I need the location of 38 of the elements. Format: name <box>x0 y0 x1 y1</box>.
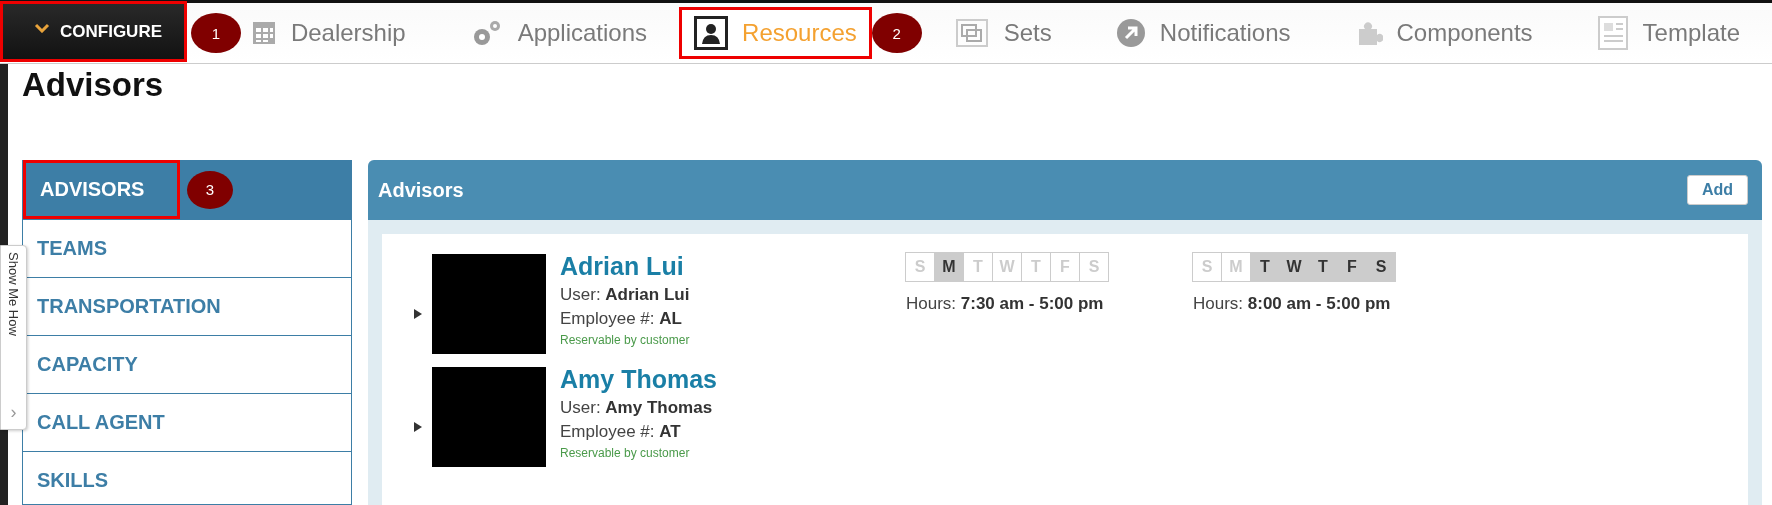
person-icon <box>694 16 729 50</box>
configure-button[interactable]: CONFIGURE <box>0 1 187 62</box>
page-title: Advisors <box>21 65 165 105</box>
advisor-name[interactable]: Adrian Lui <box>560 252 906 281</box>
day-indicator: T <box>1250 252 1280 282</box>
user-text: User: Amy Thomas <box>560 398 714 418</box>
callout-marker: 1 <box>190 13 241 53</box>
employee-text: Employee #: AL <box>560 309 683 329</box>
day-indicator: W <box>1279 252 1309 282</box>
panel-title: Advisors <box>378 178 464 202</box>
caret-icon <box>34 22 50 33</box>
nav-tab[interactable]: Applications <box>437 7 680 59</box>
callout-marker: 2 <box>871 13 922 53</box>
sidebar-item[interactable]: SKILLS <box>23 452 123 504</box>
day-indicator: M <box>934 252 964 282</box>
sidebar-item[interactable]: ADVISORS <box>23 160 180 219</box>
expand-arrow-icon[interactable] <box>414 421 422 432</box>
user-text: User: Adrian Lui <box>560 285 691 305</box>
grid-icon <box>250 20 277 46</box>
nav-tab[interactable]: Notifications <box>1083 7 1323 59</box>
day-indicator: S <box>1366 252 1396 282</box>
nav-tab[interactable]: Sets <box>921 7 1084 59</box>
day-indicator: F <box>1337 252 1367 282</box>
document-icon <box>1596 15 1629 51</box>
employee-text: Employee #: AT <box>560 422 682 442</box>
nav-tab[interactable]: Template <box>1564 7 1772 59</box>
nav-tab[interactable]: Components <box>1322 7 1565 59</box>
reservable-text: Reservable by customer <box>560 446 691 460</box>
add-button[interactable]: Add <box>1686 175 1748 205</box>
hours-text: Hours: 8:00 am - 5:00 pm <box>1193 294 1392 314</box>
callout-marker: 3 <box>187 170 233 209</box>
layers-icon <box>953 17 990 49</box>
show-me-how-tab[interactable]: Show Me How › <box>0 245 27 430</box>
advisor-name[interactable]: Amy Thomas <box>560 365 906 394</box>
expand-arrow-icon[interactable] <box>414 308 422 319</box>
day-indicator: T <box>1308 252 1338 282</box>
hours-text: Hours: 7:30 am - 5:00 pm <box>906 294 1105 314</box>
reservable-text: Reservable by customer <box>560 333 691 347</box>
